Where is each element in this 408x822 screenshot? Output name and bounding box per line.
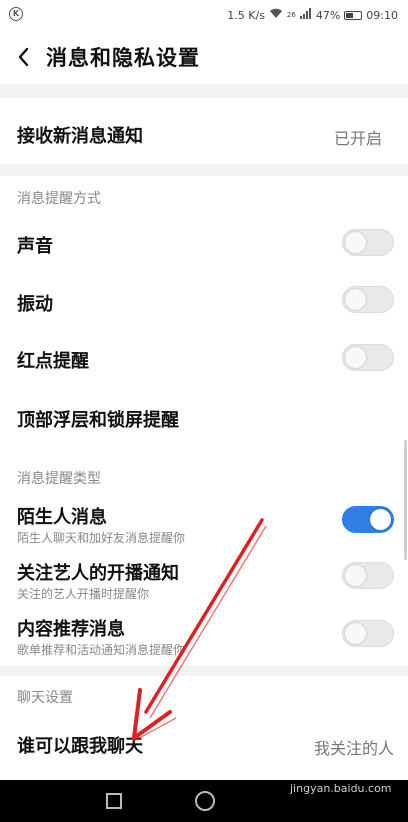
home-icon[interactable]: [195, 791, 215, 811]
toggle-knob: [345, 232, 366, 253]
reminder-type-title: 消息提醒类型: [17, 471, 101, 487]
content-recommend-row[interactable]: 内容推荐消息 歌单推荐和活动通知消息提醒你: [0, 608, 408, 664]
content-recommend-label: 内容推荐消息: [17, 619, 125, 640]
reminder-type-section: 消息提醒类型 陌生人消息 陌生人聊天和加好友消息提醒你 关注艺人的开播通知 关注…: [0, 456, 408, 666]
red-dot-toggle[interactable]: [342, 344, 394, 371]
artist-live-sub: 关注的艺人开播时提醒你: [17, 587, 150, 601]
app-header: 消息和隐私设置: [0, 30, 408, 84]
toggle-knob: [345, 347, 366, 368]
artist-live-row[interactable]: 关注艺人的开播通知 关注的艺人开播时提醒你: [0, 552, 408, 608]
receive-notification-row[interactable]: 接收新消息通知 已开启: [0, 98, 408, 164]
status-bar-right: 1.5 K/s 26 47% 09:10: [227, 8, 398, 22]
who-can-chat-value: 我关注的人: [313, 739, 394, 758]
receive-notification-value: 已开启: [333, 129, 382, 148]
content-recommend-toggle[interactable]: [342, 620, 394, 647]
clock: 09:10: [366, 8, 398, 22]
chat-settings-section: 聊天设置 谁可以跟我聊天 我关注的人: [0, 676, 408, 780]
toggle-knob: [370, 509, 391, 530]
who-can-chat-label: 谁可以跟我聊天: [17, 736, 143, 757]
content-recommend-sub: 歌单推荐和活动通知消息提醒你: [17, 643, 186, 657]
artist-live-label: 关注艺人的开播通知: [17, 563, 179, 584]
toggle-knob: [345, 289, 366, 310]
app-notification-icon: K: [9, 7, 23, 21]
stranger-message-toggle[interactable]: [342, 506, 394, 533]
stranger-message-row[interactable]: 陌生人消息 陌生人聊天和加好友消息提醒你: [0, 496, 408, 552]
signal-icon: [299, 8, 312, 22]
who-can-chat-row[interactable]: 谁可以跟我聊天 我关注的人: [0, 716, 408, 776]
vibrate-row[interactable]: 振动: [0, 272, 408, 330]
vibrate-toggle[interactable]: [342, 286, 394, 313]
reminder-method-title: 消息提醒方式: [17, 191, 101, 207]
page-title: 消息和隐私设置: [46, 46, 200, 70]
top-overlay-row[interactable]: 顶部浮层和锁屏提醒: [0, 390, 408, 450]
toggle-knob: [345, 565, 366, 586]
network-speed: 1.5 K/s: [227, 8, 265, 22]
sound-label: 声音: [17, 236, 53, 257]
receive-notification-label: 接收新消息通知: [17, 126, 143, 147]
battery-icon: [344, 10, 363, 20]
chat-settings-title: 聊天设置: [17, 690, 73, 706]
battery-percent: 47%: [315, 8, 341, 22]
artist-live-toggle[interactable]: [342, 562, 394, 589]
top-overlay-label: 顶部浮层和锁屏提醒: [17, 410, 179, 431]
red-dot-label: 红点提醒: [17, 351, 89, 372]
network-type: 26: [286, 11, 296, 19]
scrollbar[interactable]: [404, 440, 407, 560]
toggle-knob: [345, 623, 366, 644]
recent-apps-icon[interactable]: [106, 793, 122, 809]
sound-toggle[interactable]: [342, 229, 394, 256]
back-arrow-icon[interactable]: [12, 40, 40, 74]
vibrate-label: 振动: [17, 294, 53, 315]
wifi-icon: [269, 8, 283, 22]
red-dot-row[interactable]: 红点提醒: [0, 330, 408, 390]
stranger-message-sub: 陌生人聊天和加好友消息提醒你: [17, 531, 186, 545]
sound-row[interactable]: 声音: [0, 214, 408, 272]
stranger-message-label: 陌生人消息: [17, 507, 107, 528]
status-bar: K 1.5 K/s 26 47% 09:10: [0, 0, 408, 30]
watermark: jingyan.baidu.com: [290, 782, 392, 795]
reminder-method-section: 消息提醒方式 声音 振动 红点提醒 顶部浮层和锁屏提醒: [0, 176, 408, 456]
